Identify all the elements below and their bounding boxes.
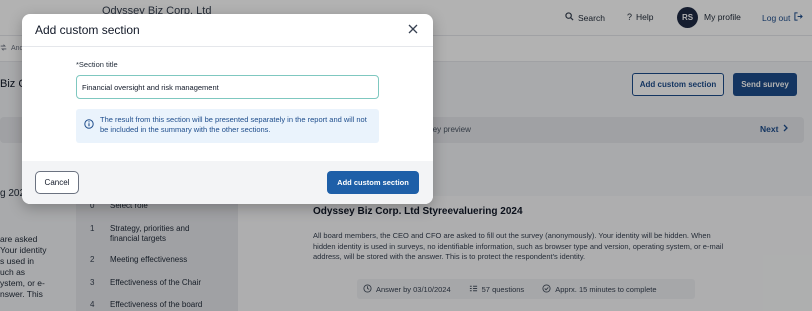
divider: [22, 46, 433, 47]
add-custom-section-dialog: Add custom section *Section title The re…: [22, 14, 433, 204]
close-icon: [408, 21, 418, 39]
dialog-footer: Cancel Add custom section: [22, 161, 433, 204]
section-title-input[interactable]: [76, 75, 379, 99]
info-text: The result from this section will be pre…: [100, 115, 367, 134]
add-custom-section-submit-button[interactable]: Add custom section: [327, 171, 419, 194]
dialog-title: Add custom section: [35, 23, 140, 37]
info-message: The result from this section will be pre…: [76, 109, 379, 143]
cancel-button[interactable]: Cancel: [35, 171, 79, 194]
section-title-label: *Section title: [76, 60, 118, 69]
info-icon: [84, 116, 94, 137]
close-button[interactable]: [406, 23, 420, 37]
